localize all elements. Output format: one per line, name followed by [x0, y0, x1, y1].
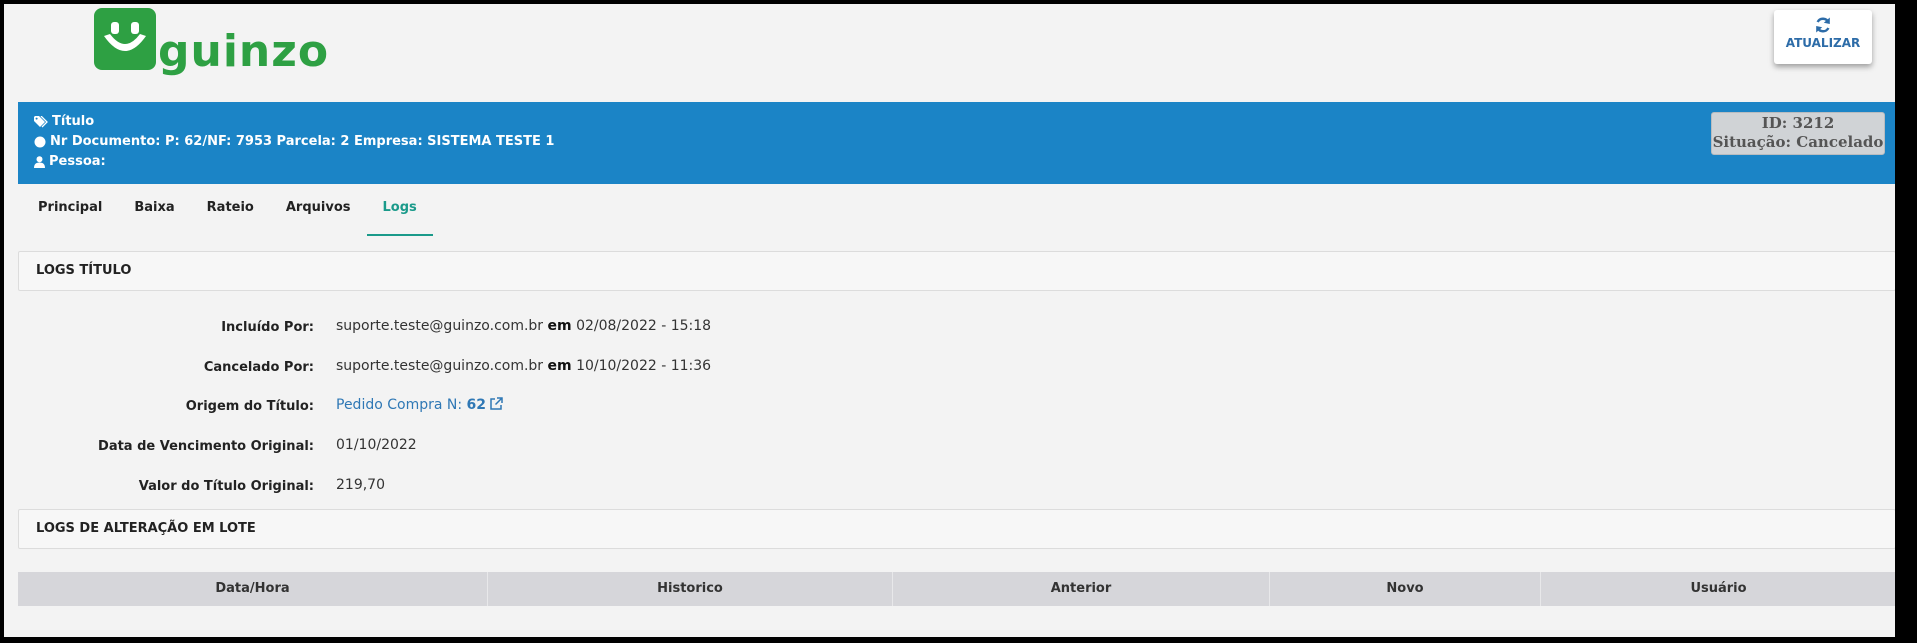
logs-lote-header: LOGS DE ALTERAÇÃO EM LOTE [18, 509, 1895, 549]
purchase-order-link[interactable]: Pedido Compra N: 62 [336, 397, 504, 413]
logs-titulo-header: LOGS TÍTULO [18, 251, 1895, 291]
app-window: guinzo ATUALIZAR Título Nr Documento: P:… [4, 4, 1895, 637]
cancelled-by-row: Cancelado Por: suporte.teste@guinzo.com.… [4, 358, 1204, 378]
included-by-label: Incluído Por: [221, 320, 314, 335]
smiley-logo-icon [94, 8, 156, 70]
due-date-value: 01/10/2022 [336, 437, 417, 453]
cancelled-by-label: Cancelado Por: [203, 360, 314, 375]
banner-person-row: Pessoa: [34, 154, 106, 169]
record-id: ID: 3212 [1761, 114, 1835, 132]
tab-logs[interactable]: Logs [366, 186, 433, 236]
guinzo-logo: guinzo [94, 8, 329, 74]
cancelled-by-value: suporte.teste@guinzo.com.br em 10/10/202… [336, 358, 712, 374]
refresh-button[interactable]: ATUALIZAR [1774, 10, 1872, 64]
origin-row: Origem do Título: Pedido Compra N: 62 [4, 397, 1204, 417]
banner-title: Título [52, 114, 95, 129]
external-link-icon [490, 397, 504, 410]
tags-icon [34, 115, 48, 127]
column-anterior[interactable]: Anterior [893, 572, 1270, 606]
due-date-row: Data de Vencimento Original: 01/10/2022 [4, 437, 1204, 457]
column-usuario[interactable]: Usuário [1541, 572, 1895, 606]
tab-bar: Principal Baixa Rateio Arquivos Logs [22, 186, 433, 236]
banner-document-row: Nr Documento: P: 62/NF: 7953 Parcela: 2 … [34, 134, 554, 149]
user-icon [34, 155, 45, 168]
included-by-row: Incluído Por: suporte.teste@guinzo.com.b… [4, 318, 1204, 338]
refresh-icon [1816, 17, 1830, 33]
included-by-value: suporte.teste@guinzo.com.br em 02/08/202… [336, 318, 712, 334]
column-historico[interactable]: Historico [488, 572, 893, 606]
tab-baixa[interactable]: Baixa [118, 186, 190, 236]
tab-principal[interactable]: Principal [22, 186, 118, 236]
banner-person: Pessoa: [49, 154, 106, 169]
record-status: Situação: Cancelado [1712, 133, 1884, 151]
original-value-label: Valor do Título Original: [138, 479, 314, 494]
tab-rateio[interactable]: Rateio [191, 186, 270, 236]
logo-text: guinzo [158, 26, 330, 77]
origin-label: Origem do Título: [185, 399, 314, 414]
due-date-label: Data de Vencimento Original: [98, 439, 314, 454]
banner-document: Nr Documento: P: 62/NF: 7953 Parcela: 2 … [50, 134, 555, 149]
original-value-row: Valor do Título Original: 219,70 [4, 477, 1204, 497]
column-datetime[interactable]: Data/Hora [18, 572, 488, 606]
column-novo[interactable]: Novo [1270, 572, 1541, 606]
original-value-value: 219,70 [336, 477, 385, 493]
logs-table-header: Data/Hora Historico Anterior Novo Usuári… [18, 572, 1895, 606]
title-banner: Título Nr Documento: P: 62/NF: 7953 Parc… [18, 102, 1895, 184]
circle-icon [34, 136, 46, 147]
tab-arquivos[interactable]: Arquivos [270, 186, 367, 236]
banner-title-row: Título [34, 114, 94, 129]
refresh-label: ATUALIZAR [1785, 36, 1861, 50]
id-status-badge: ID: 3212 Situação: Cancelado [1711, 112, 1885, 155]
origin-value: Pedido Compra N: 62 [336, 397, 504, 413]
